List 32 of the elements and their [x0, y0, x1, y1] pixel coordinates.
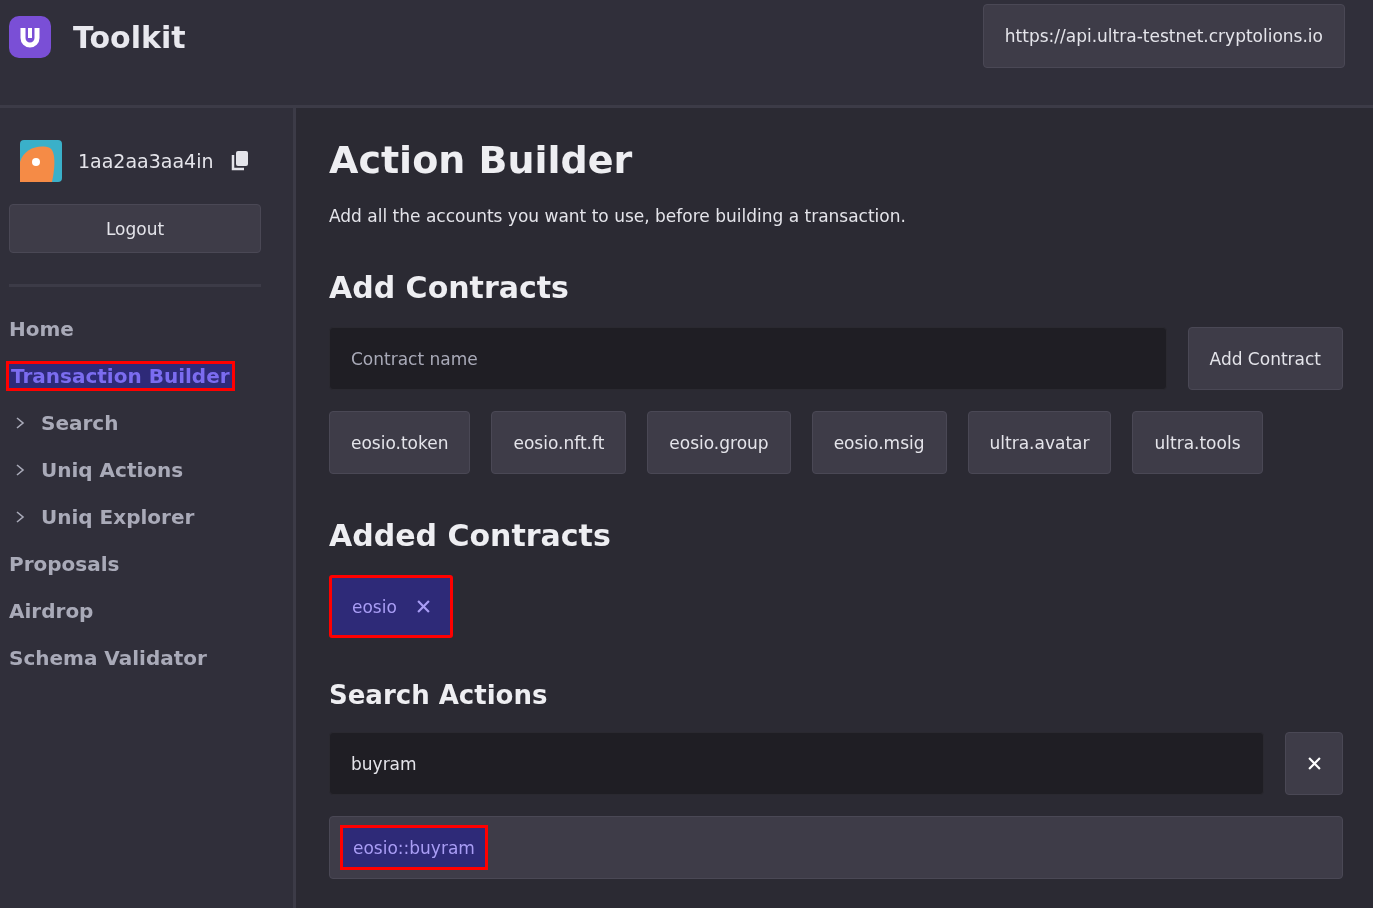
contract-suggestion-button[interactable]: eosio.msig — [811, 411, 947, 474]
logout-button[interactable]: Logout — [9, 204, 261, 253]
contract-suggestion-button[interactable]: ultra.tools — [1132, 411, 1263, 474]
action-result[interactable]: eosio::buyram — [340, 825, 488, 870]
nav-link[interactable]: Schema Validator — [9, 645, 207, 670]
app-title: Toolkit — [73, 19, 186, 55]
avatar-icon — [20, 140, 62, 182]
section-title: Search Actions — [329, 680, 549, 710]
nav-link[interactable]: Search — [41, 410, 119, 435]
logo-icon — [9, 16, 51, 58]
account-name: 1aa2aa3aa4in — [78, 150, 214, 172]
nav-link[interactable]: Uniq Explorer — [41, 504, 195, 529]
action-search-field[interactable]: buyram — [329, 732, 1264, 795]
close-icon — [416, 600, 430, 613]
close-icon — [1307, 757, 1321, 770]
page-description: Add all the accounts you want to use, before building a transaction. — [329, 206, 907, 226]
nav-link[interactable]: Home — [9, 316, 74, 341]
copy-icon[interactable] — [229, 150, 250, 172]
nav-link[interactable]: Airdrop — [9, 598, 94, 623]
contract-suggestion-button[interactable]: eosio.nft.ft — [491, 411, 627, 474]
contract-suggestion-button[interactable]: eosio.group — [647, 411, 791, 474]
page-title: Action Builder — [329, 138, 634, 182]
add-contract-button[interactable]: Add Contract — [1187, 327, 1343, 390]
endpoint-field[interactable]: https://api.ultra-testnet.cryptolions.io — [982, 4, 1345, 68]
contract-suggestion-button[interactable]: ultra.avatar — [967, 411, 1112, 474]
nav-link[interactable]: Uniq Actions — [41, 457, 184, 482]
section-title: Added Contracts — [329, 518, 612, 553]
contract-suggestion-button[interactable]: eosio.token — [329, 411, 471, 474]
contract-tag[interactable]: eosio — [329, 575, 453, 638]
nav-link[interactable]: Proposals — [9, 551, 120, 576]
contract-name-field[interactable]: Contract name — [329, 327, 1167, 390]
section-title: Add Contracts — [329, 270, 570, 305]
